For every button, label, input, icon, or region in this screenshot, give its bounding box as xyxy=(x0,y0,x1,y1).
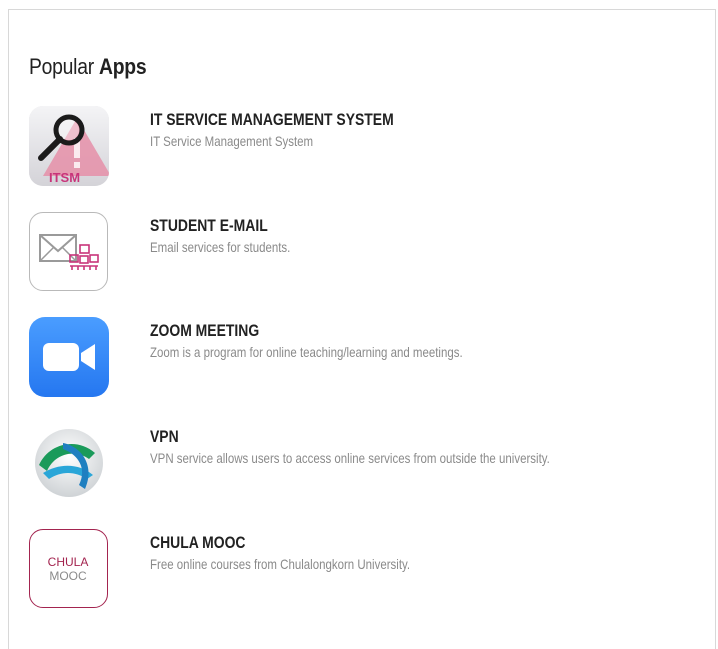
itsm-icon-label: ITSM xyxy=(49,170,80,185)
mooc-icon-line2: MOOC xyxy=(49,569,87,583)
app-description: IT Service Management System xyxy=(150,133,314,149)
chula-mooc-icon[interactable]: CHULA MOOC xyxy=(29,529,108,608)
app-item-itsm[interactable]: ITSM IT SERVICE MANAGEMENT SYSTEM IT Ser… xyxy=(29,106,709,188)
app-item-chula-mooc[interactable]: CHULA MOOC CHULA MOOC Free online course… xyxy=(29,529,709,611)
app-description: Email services for students. xyxy=(150,239,291,255)
app-item-zoom[interactable]: ZOOM MEETING Zoom is a program for onlin… xyxy=(29,317,709,399)
app-description: Free online courses from Chulalongkorn U… xyxy=(150,556,411,572)
app-item-vpn[interactable]: VPN VPN service allows users to access o… xyxy=(29,423,709,505)
popular-apps-panel: Popular Apps ITSM IT SERVICE MANAGEMENT … xyxy=(8,9,716,649)
app-name[interactable]: ZOOM MEETING xyxy=(150,321,609,341)
app-description: VPN service allows users to access onlin… xyxy=(150,450,550,466)
app-description: Zoom is a program for online teaching/le… xyxy=(150,344,463,360)
app-text: STUDENT E-MAIL Email services for studen… xyxy=(150,216,710,256)
app-name[interactable]: VPN xyxy=(150,427,609,447)
section-title-prefix: Popular xyxy=(29,54,100,79)
app-name[interactable]: STUDENT E-MAIL xyxy=(150,216,609,236)
student-email-icon[interactable] xyxy=(29,212,108,291)
app-text: VPN VPN service allows users to access o… xyxy=(150,427,710,467)
section-title-bold: Apps xyxy=(99,54,147,79)
app-name[interactable]: CHULA MOOC xyxy=(150,533,609,553)
vpn-icon[interactable] xyxy=(29,423,109,503)
section-title: Popular Apps xyxy=(29,54,147,80)
app-item-student-email[interactable]: STUDENT E-MAIL Email services for studen… xyxy=(29,212,709,294)
app-text: IT SERVICE MANAGEMENT SYSTEM IT Service … xyxy=(150,110,710,150)
itsm-icon[interactable]: ITSM xyxy=(29,106,109,186)
app-name[interactable]: IT SERVICE MANAGEMENT SYSTEM xyxy=(150,110,609,130)
app-text: ZOOM MEETING Zoom is a program for onlin… xyxy=(150,321,710,361)
zoom-icon[interactable] xyxy=(29,317,109,397)
mooc-icon-line1: CHULA xyxy=(48,555,89,569)
app-text: CHULA MOOC Free online courses from Chul… xyxy=(150,533,710,573)
